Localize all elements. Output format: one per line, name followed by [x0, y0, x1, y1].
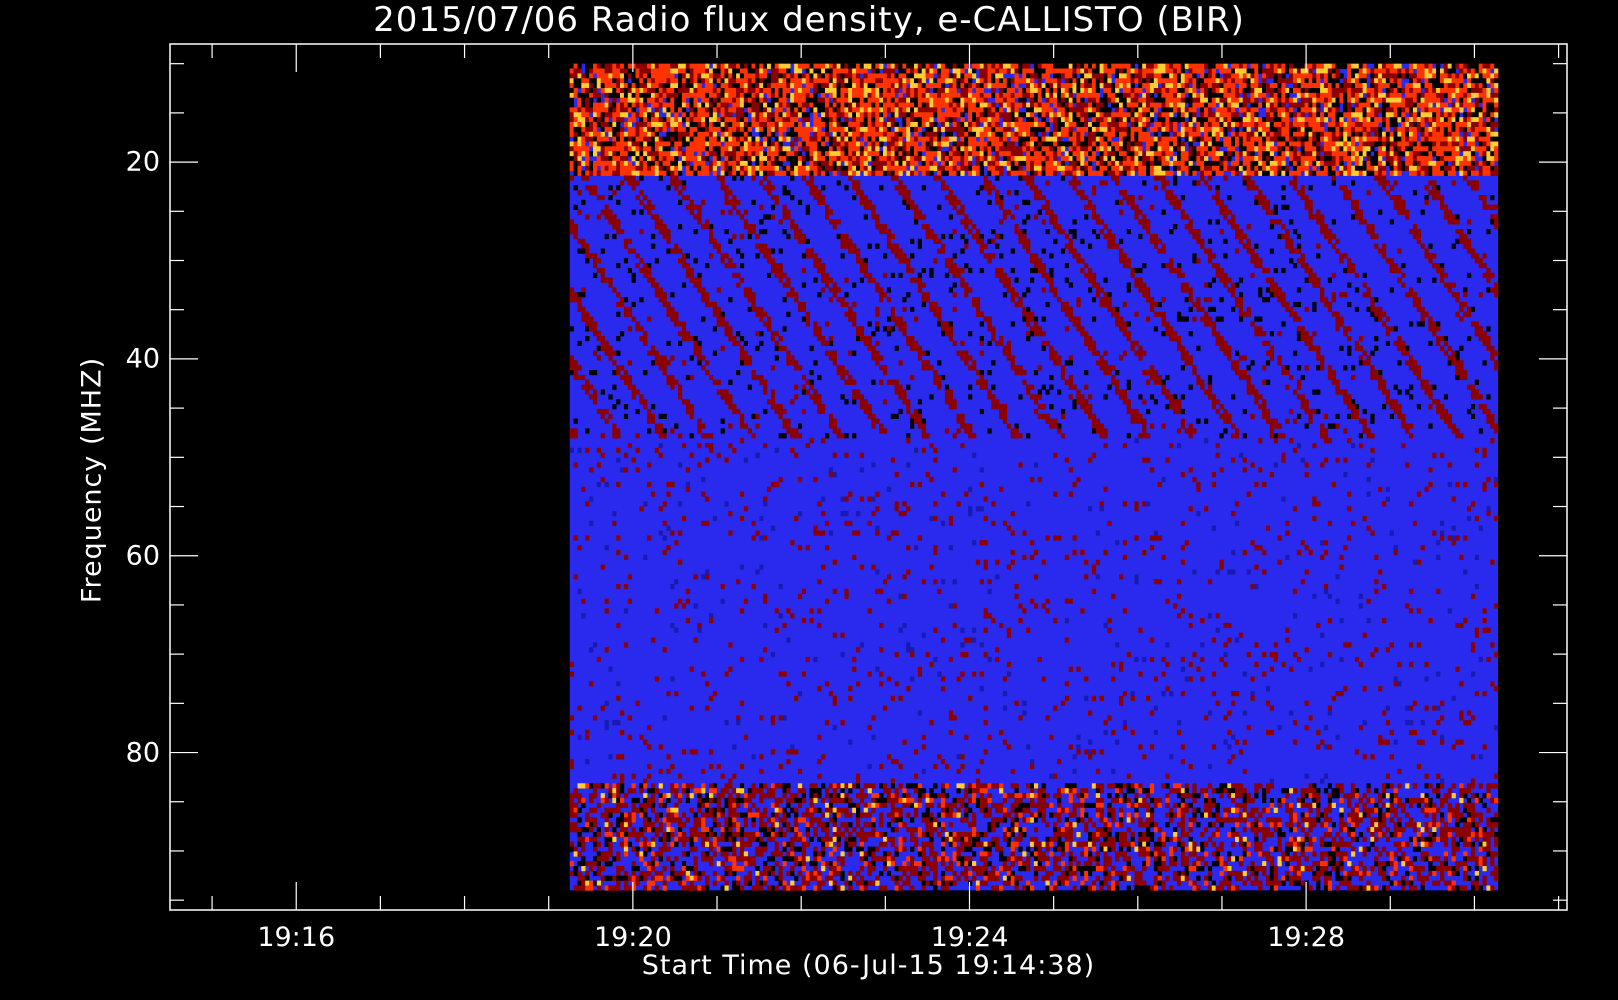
x-tick-label: 19:24 — [930, 922, 1009, 953]
chart-title: 2015/07/06 Radio flux density, e-CALLIST… — [373, 0, 1245, 40]
x-tick-label: 19:16 — [257, 922, 336, 953]
x-tick-label: 19:28 — [1267, 922, 1346, 953]
y-tick-label: 20 — [125, 146, 160, 178]
spectrogram-plot — [169, 43, 1568, 911]
spectrogram-image — [569, 63, 1499, 891]
y-tick-label: 80 — [125, 737, 160, 769]
y-tick-label: 60 — [125, 540, 160, 572]
y-tick-label: 40 — [125, 343, 160, 375]
x-tick-label: 19:20 — [593, 922, 672, 953]
x-axis-label: Start Time (06-Jul-15 19:14:38) — [641, 950, 1096, 981]
